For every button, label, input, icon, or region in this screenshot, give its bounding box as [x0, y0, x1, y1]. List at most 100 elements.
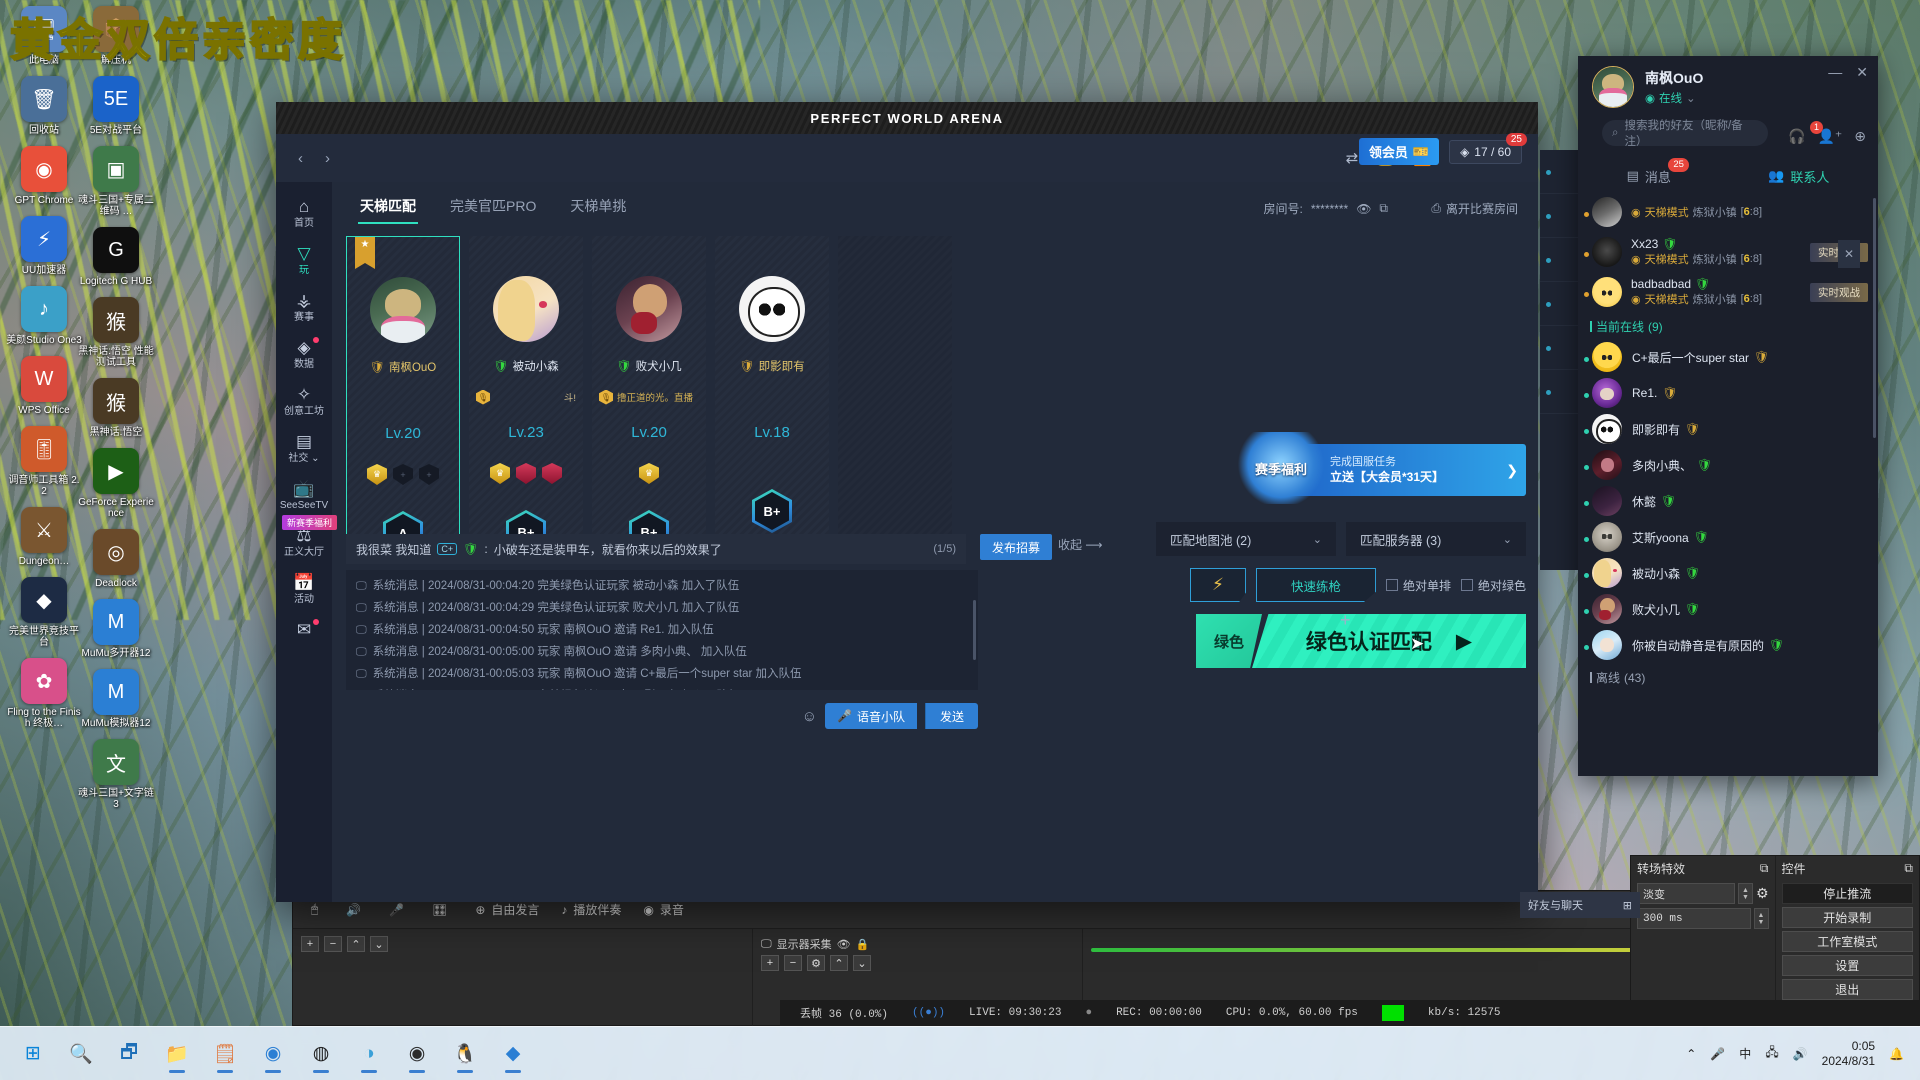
- popout-icon[interactable]: ⧉: [1760, 861, 1769, 876]
- rail-item-9[interactable]: ✉: [276, 613, 332, 646]
- obs-source-down[interactable]: ⌄: [853, 955, 871, 971]
- desktop-icon[interactable]: ⚡ UU加速器: [6, 216, 82, 276]
- tray-chevron-icon[interactable]: ⌃: [1686, 1047, 1696, 1061]
- start-icon[interactable]: ⊞: [12, 1033, 54, 1075]
- voice-team-button[interactable]: 🎤 语音小队: [825, 703, 917, 729]
- mode-tab-1[interactable]: 完美官匹PRO: [450, 196, 536, 224]
- leave-room-button[interactable]: ⎙ 离开比赛房间: [1431, 200, 1518, 217]
- desktop-icon[interactable]: 猴 黑神话:悟空: [78, 378, 154, 438]
- microphone-icon[interactable]: 🎤: [1710, 1047, 1725, 1061]
- obs-transition-spin[interactable]: ▲ ▼: [1737, 883, 1753, 904]
- friends-chat-dock[interactable]: 好友与聊天 ⊞: [1520, 892, 1640, 918]
- nav-back-button[interactable]: ‹: [292, 150, 309, 167]
- grid-icon[interactable]: ⊞: [1623, 899, 1632, 912]
- checkbox-green-only[interactable]: 绝对绿色: [1460, 577, 1526, 594]
- ime-icon[interactable]: 中: [1739, 1045, 1751, 1062]
- medal-gold[interactable]: ♛: [639, 463, 659, 484]
- add-player-plus-icon[interactable]: +: [1340, 610, 1351, 631]
- friend-list-item[interactable]: 休懿 🛡: [1578, 483, 1878, 519]
- system-message-log[interactable]: 🖵 系统消息 | 2024/08/31-00:04:20 完美绿色认证玩家 被动…: [346, 570, 978, 690]
- file-explorer-icon[interactable]: 📁: [156, 1033, 198, 1075]
- match-selector-1[interactable]: 匹配服务器 (3) ⌄: [1346, 522, 1526, 556]
- medal-gold[interactable]: ♛: [367, 464, 387, 485]
- obs-scene-remove[interactable]: −: [324, 936, 342, 952]
- emoji-icon[interactable]: ☺: [802, 708, 817, 725]
- rail-item-7[interactable]: 新赛季福利 ⚖ 正义大厅: [276, 515, 338, 564]
- friend-list-item[interactable]: 败犬小几 🛡: [1578, 591, 1878, 627]
- desktop-icon[interactable]: ◉ GPT Chrome: [6, 146, 82, 206]
- notification-bell-icon[interactable]: 🔔: [1889, 1047, 1904, 1061]
- desktop-icon[interactable]: W WPS Office: [6, 356, 82, 416]
- medal-gold[interactable]: ♛: [490, 463, 510, 484]
- checkbox-solo-only[interactable]: 绝对单排: [1385, 577, 1451, 594]
- avatar[interactable]: [493, 276, 559, 342]
- obs-control-button[interactable]: 开始录制: [1781, 907, 1913, 928]
- popout-icon[interactable]: ⧉: [1904, 861, 1913, 876]
- message-list-item[interactable]: ◉ 天梯模式 炼狱小镇 [6:8]: [1578, 192, 1878, 232]
- chrome-icon[interactable]: ◉: [252, 1033, 294, 1075]
- side-dock-row[interactable]: [1540, 238, 1580, 282]
- desktop-icon[interactable]: G Logitech G HUB: [78, 227, 154, 287]
- nav-forward-button[interactable]: ›: [319, 150, 336, 167]
- desktop-icon[interactable]: ♪ 美颜Studio One3: [6, 286, 82, 346]
- desktop-icon[interactable]: ◎ Deadlock: [78, 529, 154, 589]
- notepad-icon[interactable]: 🗒: [204, 1033, 246, 1075]
- side-dock-row[interactable]: [1540, 326, 1580, 370]
- desktop-icon[interactable]: 文 魂斗三国+文字链3: [78, 739, 154, 810]
- close-button[interactable]: ✕: [1856, 64, 1868, 81]
- obs-source-settings[interactable]: ⚙: [807, 955, 825, 971]
- obs-duration-input[interactable]: 300 ms: [1637, 908, 1751, 929]
- obs-source-up[interactable]: ⌃: [830, 955, 848, 971]
- log-scrollbar[interactable]: [973, 600, 976, 660]
- obs-toolbar-item[interactable]: 🎤: [389, 903, 410, 917]
- copy-icon[interactable]: ⧉: [1379, 201, 1388, 216]
- message-list-item[interactable]: Xx23 🛡 ◉ 天梯模式 炼狱小镇 [6:8] 实时观战: [1578, 232, 1878, 272]
- obs-control-button[interactable]: 退出: [1781, 979, 1913, 1000]
- media-icon[interactable]: ◍: [300, 1033, 342, 1075]
- friend-list-item[interactable]: 你被自动静音是有原因的 🛡: [1578, 627, 1878, 663]
- arena-icon[interactable]: ◆: [492, 1033, 534, 1075]
- medal-red[interactable]: [516, 463, 536, 484]
- desktop-icon[interactable]: ✿ Fling to the Finish 终极…: [6, 658, 82, 729]
- browser2-icon[interactable]: ◑: [348, 1033, 390, 1075]
- live-spectate-button[interactable]: 实时观战: [1810, 282, 1868, 302]
- mode-tab-0[interactable]: 天梯匹配: [358, 196, 418, 224]
- obs-control-button[interactable]: 工作室模式: [1781, 931, 1913, 952]
- desktop-icon[interactable]: 猴 黑神话:悟空 性能测试工具: [78, 297, 154, 368]
- task-view-icon[interactable]: 🗗: [108, 1033, 150, 1075]
- minimize-button[interactable]: —: [1828, 64, 1842, 81]
- friend-list-item[interactable]: 被动小森 🛡: [1578, 555, 1878, 591]
- desktop-icon[interactable]: M MuMu模拟器12: [78, 669, 154, 729]
- side-dock-row[interactable]: [1540, 370, 1580, 414]
- obs-icon[interactable]: ◉: [396, 1033, 438, 1075]
- obs-toolbar-item[interactable]: ♪ 播放伴奏: [561, 901, 621, 918]
- medal-empty[interactable]: +: [419, 464, 439, 485]
- empty-player-slot[interactable]: [838, 236, 952, 558]
- avatar[interactable]: [1592, 66, 1634, 108]
- medal-empty[interactable]: +: [393, 464, 413, 485]
- desktop-icon[interactable]: 5E 5E对战平台: [78, 76, 154, 136]
- obs-control-button[interactable]: 设置: [1781, 955, 1913, 976]
- rail-item-3[interactable]: ◈ 数据: [276, 331, 332, 376]
- rail-item-6[interactable]: 📺 SeeSeeTV: [276, 472, 332, 517]
- desktop-icon[interactable]: 🗑 回收站: [6, 76, 82, 136]
- season-reward-banner[interactable]: 赛季福利 完成国服任务 立送【大会员*31天】 ❯: [1236, 432, 1526, 504]
- obs-scene-down[interactable]: ⌄: [370, 936, 388, 952]
- obs-control-button[interactable]: 停止推流: [1781, 883, 1913, 904]
- desktop-icon[interactable]: ▶ GeForce Experience: [78, 448, 154, 519]
- network-icon[interactable]: 🖧: [1765, 1043, 1778, 1064]
- player-card[interactable]: 🛡 即影即有 Lv.18 B+: [715, 236, 829, 558]
- friend-list-item[interactable]: 艾斯yoona 🛡: [1578, 519, 1878, 555]
- player-card[interactable]: 🛡 被动小森 🎙 斗! Lv.23 ♛ B+: [469, 236, 583, 558]
- obs-toolbar-item[interactable]: 🎛: [432, 903, 453, 917]
- desktop-icon[interactable]: M MuMu多开器12: [78, 599, 154, 659]
- rail-item-5[interactable]: ▤ 社交 ⌄: [276, 425, 332, 470]
- eye-icon[interactable]: 👁: [837, 938, 851, 951]
- desktop-icon[interactable]: ⚔ Dungeon…: [6, 507, 82, 567]
- friend-list-item[interactable]: C+最后一个super star 🛡: [1578, 339, 1878, 375]
- friends-list[interactable]: ◉ 天梯模式 炼狱小镇 [6:8] Xx23 🛡 ◉ 天梯模式 炼狱小镇 [6:…: [1578, 192, 1878, 748]
- quick-match-icon-button[interactable]: ⚡: [1189, 568, 1246, 602]
- player-card[interactable]: ★ 🛡 南枫OuO Lv.20 ♛ + + A: [346, 236, 460, 558]
- obs-scene-up[interactable]: ⌃: [347, 936, 365, 952]
- message-list-item[interactable]: badbadbad 🛡 ◉ 天梯模式 炼狱小镇 [6:8] 实时观战: [1578, 272, 1878, 312]
